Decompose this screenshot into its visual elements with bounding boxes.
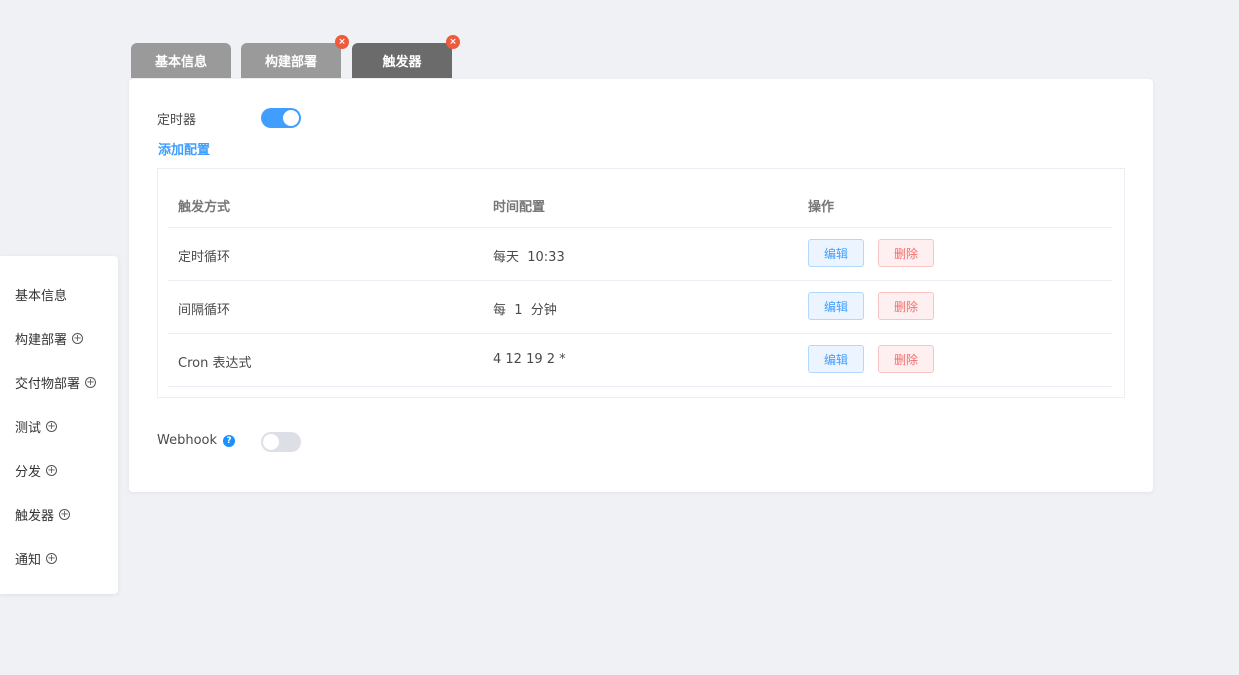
time-config-cell: 4 12 19 2 * bbox=[493, 352, 566, 367]
sidebar-item-build-deploy[interactable]: 构建部署 + bbox=[15, 329, 84, 348]
trigger-type-cell: 定时循环 bbox=[178, 250, 231, 265]
add-config-link[interactable]: 添加配置 bbox=[158, 139, 210, 158]
plus-circle-icon[interactable]: + bbox=[72, 333, 84, 344]
plus-circle-icon[interactable]: + bbox=[85, 377, 97, 388]
trigger-panel: 定时器 添加配置 触发方式 时间配置 操作 定时循环 每天 10:33 编辑 删… bbox=[129, 79, 1153, 492]
tab-label: 触发器 bbox=[382, 55, 422, 70]
sidebar-item-basic-info[interactable]: 基本信息 bbox=[15, 285, 67, 304]
sidebar-item-label: 分发 bbox=[15, 465, 42, 480]
timer-switch[interactable] bbox=[261, 108, 301, 128]
trigger-table: 触发方式 时间配置 操作 定时循环 每天 10:33 编辑 删除 间隔循环 每 … bbox=[157, 168, 1125, 398]
divider bbox=[168, 280, 1112, 281]
close-icon[interactable]: × bbox=[335, 35, 349, 49]
tab-build-deploy[interactable]: 构建部署 × bbox=[241, 35, 349, 78]
sidebar-item-label: 构建部署 bbox=[15, 333, 68, 348]
delete-button[interactable]: 删除 bbox=[878, 239, 934, 267]
question-icon[interactable]: ? bbox=[223, 435, 235, 447]
edit-button[interactable]: 编辑 bbox=[808, 292, 864, 320]
plus-circle-icon[interactable]: + bbox=[46, 421, 58, 432]
sidebar-item-notify[interactable]: 通知 + bbox=[15, 549, 58, 568]
sidebar-item-label: 基本信息 bbox=[15, 289, 68, 304]
switch-knob bbox=[283, 110, 299, 126]
sidebar-item-label: 交付物部署 bbox=[15, 377, 81, 392]
webhook-label: Webhook bbox=[157, 433, 218, 448]
tab-label: 基本信息 bbox=[154, 55, 207, 70]
sidebar-item-label: 触发器 bbox=[15, 509, 55, 524]
plus-circle-icon[interactable]: + bbox=[46, 553, 58, 564]
time-config-cell: 每天 10:33 bbox=[493, 250, 565, 265]
edit-button[interactable]: 编辑 bbox=[808, 239, 864, 267]
sidebar-item-artifact-deploy[interactable]: 交付物部署 + bbox=[15, 373, 97, 392]
switch-knob bbox=[263, 434, 279, 450]
delete-button[interactable]: 删除 bbox=[878, 292, 934, 320]
plus-circle-icon[interactable]: + bbox=[46, 465, 58, 476]
sidebar-item-distribute[interactable]: 分发 + bbox=[15, 461, 58, 480]
close-icon[interactable]: × bbox=[446, 35, 460, 49]
divider bbox=[168, 227, 1112, 228]
divider bbox=[168, 386, 1112, 387]
tab-trigger[interactable]: 触发器 × bbox=[352, 35, 460, 78]
sidebar-item-test[interactable]: 测试 + bbox=[15, 417, 58, 436]
column-header: 时间配置 bbox=[493, 200, 546, 215]
time-config-cell: 每 1 分钟 bbox=[493, 303, 557, 318]
side-nav: 基本信息 构建部署 + 交付物部署 + 测试 + 分发 + 触发器 + 通知 + bbox=[0, 256, 118, 594]
timer-label: 定时器 bbox=[157, 113, 197, 128]
plus-circle-icon[interactable]: + bbox=[59, 509, 71, 520]
tab-label: 构建部署 bbox=[264, 55, 317, 70]
sidebar-item-label: 通知 bbox=[15, 553, 42, 568]
sidebar-item-trigger[interactable]: 触发器 + bbox=[15, 505, 71, 524]
sidebar-item-label: 测试 bbox=[15, 421, 42, 436]
tab-basic-info[interactable]: 基本信息 bbox=[131, 43, 231, 78]
webhook-switch[interactable] bbox=[261, 432, 301, 452]
trigger-type-cell: Cron 表达式 bbox=[178, 356, 252, 371]
column-header: 操作 bbox=[808, 200, 835, 215]
edit-button[interactable]: 编辑 bbox=[808, 345, 864, 373]
trigger-type-cell: 间隔循环 bbox=[178, 303, 231, 318]
delete-button[interactable]: 删除 bbox=[878, 345, 934, 373]
divider bbox=[168, 333, 1112, 334]
column-header: 触发方式 bbox=[178, 200, 231, 215]
